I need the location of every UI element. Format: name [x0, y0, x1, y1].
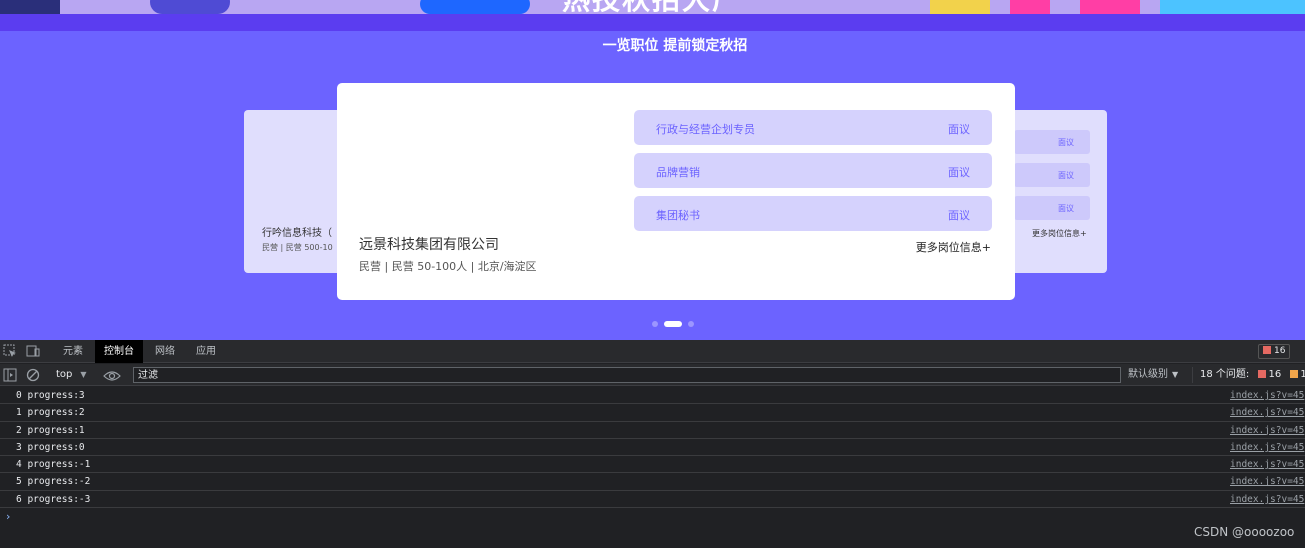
- error-icon: [1258, 370, 1267, 378]
- job-item[interactable]: 品牌营销 面议: [634, 153, 992, 188]
- job-salary: 面议: [948, 166, 970, 179]
- log-source-link[interactable]: index.js?v=45: [1230, 422, 1304, 439]
- log-message: 3 progress:0: [16, 441, 85, 453]
- job-item[interactable]: 面议: [1014, 163, 1090, 187]
- console-log-row: 5 progress:-2 index.js?v=45: [0, 473, 1305, 491]
- issues-label: 18 个问题:: [1200, 369, 1250, 380]
- console-log-list: 0 progress:3 index.js?v=45 1 progress:2 ind…: [0, 387, 1305, 509]
- banner-band: [0, 14, 1305, 31]
- console-log-row: 2 progress:1 index.js?v=45: [0, 422, 1305, 439]
- job-salary: 面议: [1058, 171, 1074, 180]
- error-icon: [1263, 346, 1271, 354]
- hero-banner: 热技秋招大厂: [0, 0, 1305, 14]
- log-source-link[interactable]: index.js?v=45: [1230, 404, 1304, 421]
- log-source-link[interactable]: index.js?v=45: [1230, 456, 1304, 473]
- log-source-link[interactable]: index.js?v=45: [1230, 491, 1304, 508]
- warning-icon: [1290, 370, 1299, 378]
- console-log-row: 3 progress:0 index.js?v=45: [0, 439, 1305, 457]
- console-prompt-icon[interactable]: ›: [6, 510, 10, 523]
- banner-title: 热技秋招大厂: [562, 0, 742, 14]
- more-jobs-link[interactable]: 更多岗位信息+: [916, 239, 991, 255]
- log-source-link[interactable]: index.js?v=45: [1230, 473, 1304, 490]
- job-item[interactable]: 面议: [1014, 130, 1090, 154]
- job-title: 品牌营销: [656, 166, 700, 179]
- console-toolbar: top ▼ 默认级别 ▼ 18 个问题: 16 1: [0, 364, 1305, 386]
- section-subtitle: 一览职位 提前锁定秋招: [602, 38, 748, 54]
- console-log-row: 6 progress:-3 index.js?v=45: [0, 491, 1305, 509]
- screen: 热技秋招大厂 一览职位 提前锁定秋招 行吟信息科技（ 民营 | 民营 500-1…: [0, 0, 1305, 548]
- job-item[interactable]: 面议: [1014, 196, 1090, 220]
- company-name: 远景科技集团有限公司: [359, 237, 499, 253]
- console-filter-input[interactable]: [133, 367, 1121, 383]
- job-salary: 面议: [948, 123, 970, 136]
- more-jobs-link[interactable]: 更多岗位信息+: [1032, 228, 1087, 239]
- banner-art-shape: [150, 0, 230, 14]
- console-log-row: 0 progress:3 index.js?v=45: [0, 387, 1305, 405]
- log-level-selector[interactable]: 默认级别 ▼: [1128, 367, 1178, 383]
- banner-art-shape: [930, 0, 990, 14]
- console-log-row: 1 progress:2 index.js?v=45: [0, 404, 1305, 422]
- error-count-badge[interactable]: 16: [1258, 344, 1291, 359]
- tab-network[interactable]: 网络: [146, 340, 184, 363]
- company-name: 行吟信息科技（: [262, 228, 332, 239]
- carousel-dot[interactable]: [652, 321, 658, 327]
- job-item[interactable]: 行政与经营企划专员 面议: [634, 110, 992, 145]
- devtools-tab-bar: 元素 控制台 网络 应用 16: [0, 340, 1305, 363]
- chevron-down-icon: ▼: [80, 370, 87, 379]
- banner-art-shape: [1080, 0, 1140, 14]
- job-title: 集团秘书: [656, 209, 700, 222]
- device-toolbar-icon[interactable]: [25, 344, 40, 358]
- log-source-link[interactable]: index.js?v=45: [1230, 387, 1304, 404]
- banner-art-shape: [1160, 0, 1305, 14]
- job-title: 行政与经营企划专员: [656, 123, 755, 136]
- tab-application[interactable]: 应用: [187, 340, 225, 363]
- carousel-pagination: [652, 320, 694, 328]
- tab-elements[interactable]: 元素: [54, 340, 92, 363]
- watermark: CSDN @oooozoo: [1194, 525, 1295, 539]
- sidebar-toggle-icon[interactable]: [2, 368, 17, 382]
- company-meta: 民营 | 民营 500-10: [262, 243, 333, 252]
- job-salary: 面议: [1058, 204, 1074, 213]
- issues-counter[interactable]: 18 个问题: 16 1: [1192, 367, 1305, 383]
- carousel-dot[interactable]: [664, 321, 682, 327]
- company-meta: 民营 | 民营 50-100人 | 北京/海淀区: [359, 260, 537, 273]
- banner-art-shape: [420, 0, 530, 14]
- inspect-element-icon[interactable]: [2, 344, 17, 358]
- clear-console-icon[interactable]: [25, 368, 40, 382]
- level-value: 默认级别: [1128, 369, 1168, 380]
- context-value: top: [56, 369, 73, 380]
- log-source-link[interactable]: index.js?v=45: [1230, 439, 1304, 456]
- log-message: 1 progress:2: [16, 407, 85, 419]
- job-item[interactable]: 集团秘书 面议: [634, 196, 992, 231]
- log-message: 4 progress:-1: [16, 459, 91, 471]
- job-salary: 面议: [948, 209, 970, 222]
- job-salary: 面议: [1058, 138, 1074, 147]
- context-selector[interactable]: top ▼: [53, 367, 87, 383]
- chevron-down-icon: ▼: [1172, 370, 1179, 379]
- log-message: 6 progress:-3: [16, 493, 91, 505]
- issues-error-count: 16: [1268, 369, 1282, 380]
- web-page: 热技秋招大厂 一览职位 提前锁定秋招 行吟信息科技（ 民营 | 民营 500-1…: [0, 0, 1305, 340]
- error-count: 16: [1274, 346, 1286, 356]
- devtools-panel: 元素 控制台 网络 应用 16 top ▼ 默认级别 ▼ 18 个问题: 16 1: [0, 340, 1305, 548]
- tab-console[interactable]: 控制台: [95, 340, 143, 363]
- banner-art-shape: [0, 0, 60, 14]
- console-log-row: 4 progress:-1 index.js?v=45: [0, 456, 1305, 474]
- log-message: 2 progress:1: [16, 424, 85, 436]
- banner-art-shape: [1010, 0, 1050, 14]
- issues-warning-count: 1: [1300, 369, 1305, 380]
- live-expression-eye-icon[interactable]: [103, 368, 121, 382]
- log-message: 0 progress:3: [16, 390, 85, 401]
- carousel-card-active[interactable]: 行政与经营企划专员 面议 品牌营销 面议 集团秘书 面议 远景科技集团有限公司 …: [337, 83, 1015, 300]
- log-message: 5 progress:-2: [16, 476, 91, 488]
- carousel-dot[interactable]: [688, 321, 694, 327]
